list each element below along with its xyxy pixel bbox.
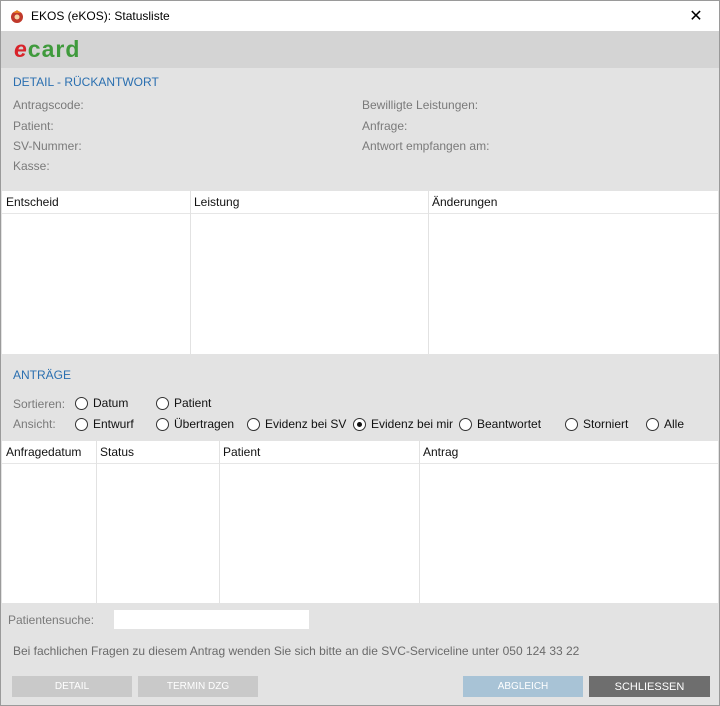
abgleich-button[interactable]: ABGLEICH <box>463 676 583 697</box>
field-antwort-empfangen-label: Antwort empfangen am: <box>362 139 490 153</box>
antraege-table-header: Anfragedatum Status Patient Antrag <box>2 441 718 464</box>
radio-circle-icon[interactable] <box>459 417 472 431</box>
field-sv-nummer-label: SV-Nummer: <box>13 139 82 153</box>
info-text: Bei fachlichen Fragen zu diesem Antrag w… <box>13 644 580 658</box>
column-antrag[interactable]: Antrag <box>419 441 718 464</box>
radio-selected-icon[interactable] <box>353 417 366 431</box>
column-anfragedatum[interactable]: Anfragedatum <box>2 441 96 464</box>
sort-radio-patient[interactable]: Patient <box>156 396 211 410</box>
view-radio-beantwortet[interactable]: Beantwortet <box>459 417 541 431</box>
column-divider <box>219 441 220 603</box>
termin-dzg-button[interactable]: TERMIN DZG <box>138 676 258 697</box>
column-divider <box>419 441 420 603</box>
radio-circle-icon[interactable] <box>156 396 169 410</box>
column-divider <box>96 441 97 603</box>
field-antragscode-label: Antragscode: <box>13 98 84 112</box>
view-radio-evidenz-bei-mir[interactable]: Evidenz bei mir <box>353 417 453 431</box>
view-radio-storniert[interactable]: Storniert <box>565 417 628 431</box>
app-icon <box>9 8 25 24</box>
dialog-window: EKOS (eKOS): Statusliste ✕ ecard DETAIL … <box>0 0 720 706</box>
radio-circle-icon[interactable] <box>156 417 169 431</box>
patient-search-input[interactable] <box>114 610 309 629</box>
column-patient[interactable]: Patient <box>219 441 419 464</box>
detail-table[interactable]: Entscheid Leistung Änderungen <box>2 191 718 354</box>
schliessen-button[interactable]: SCHLIESSEN <box>589 676 710 697</box>
column-divider <box>190 191 191 354</box>
logo-bar: ecard <box>1 31 719 68</box>
field-anfrage-label: Anfrage: <box>362 119 408 133</box>
antraege-table[interactable]: Anfragedatum Status Patient Antrag <box>2 441 718 603</box>
radio-circle-icon[interactable] <box>646 417 659 431</box>
column-leistung[interactable]: Leistung <box>190 191 428 214</box>
view-radio-entwurf[interactable]: Entwurf <box>75 417 134 431</box>
ecard-logo: ecard <box>14 36 81 62</box>
field-kasse-label: Kasse: <box>13 159 50 173</box>
window-title: EKOS (eKOS): Statusliste <box>31 9 170 23</box>
view-radio-evidenz-bei-sv[interactable]: Evidenz bei SV <box>247 417 346 431</box>
title-bar: EKOS (eKOS): Statusliste ✕ <box>1 1 719 31</box>
column-aenderungen[interactable]: Änderungen <box>428 191 718 214</box>
detail-table-header: Entscheid Leistung Änderungen <box>2 191 718 214</box>
column-divider <box>428 191 429 354</box>
sort-radio-datum[interactable]: Datum <box>75 396 128 410</box>
view-radio-uebertragen[interactable]: Übertragen <box>156 417 234 431</box>
column-status[interactable]: Status <box>96 441 219 464</box>
column-entscheid[interactable]: Entscheid <box>2 191 190 214</box>
detail-button[interactable]: DETAIL <box>12 676 132 697</box>
radio-circle-icon[interactable] <box>75 417 88 431</box>
view-radio-alle[interactable]: Alle <box>646 417 684 431</box>
radio-circle-icon[interactable] <box>565 417 578 431</box>
patient-search-label: Patientensuche: <box>8 613 95 627</box>
radio-circle-icon[interactable] <box>247 417 260 431</box>
detail-section-title: DETAIL - RÜCKANTWORT <box>13 75 159 89</box>
field-patient-label: Patient: <box>13 119 54 133</box>
view-label: Ansicht: <box>13 417 56 431</box>
field-bewilligte-leistungen-label: Bewilligte Leistungen: <box>362 98 479 112</box>
sort-label: Sortieren: <box>13 397 66 411</box>
antraege-section-title: ANTRÄGE <box>13 368 72 382</box>
radio-circle-icon[interactable] <box>75 396 88 410</box>
close-icon[interactable]: ✕ <box>673 1 719 31</box>
